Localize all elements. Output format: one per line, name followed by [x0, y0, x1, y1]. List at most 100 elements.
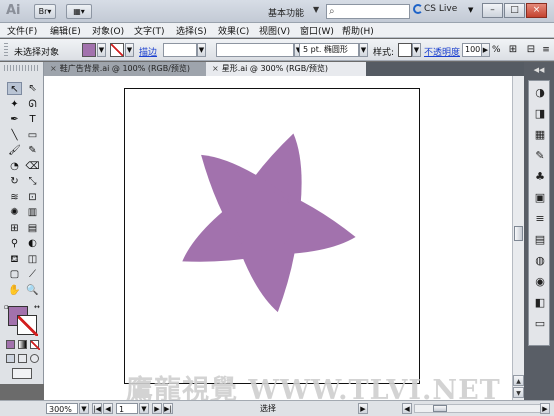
scroll-right-button[interactable]: ▶ — [540, 403, 550, 414]
eraser-tool-icon[interactable]: ⌫ — [25, 160, 40, 173]
artboards-panel-icon[interactable]: ▭ — [532, 316, 548, 332]
brush-definition[interactable]: 5 pt. 椭圆形 — [299, 43, 359, 57]
live-paint-selection-tool-icon[interactable]: ◫ — [25, 253, 40, 266]
chevron-down-icon[interactable]: ▼ — [468, 6, 473, 14]
next-artboard-button[interactable]: ▶ — [152, 403, 162, 414]
live-paint-bucket-tool-icon[interactable]: ⛾ — [7, 253, 22, 266]
menu-type[interactable]: 文字(T) — [134, 24, 165, 37]
chevron-down-icon[interactable]: ▼ — [412, 43, 421, 57]
close-icon[interactable]: × — [50, 64, 57, 73]
warp-tool-icon[interactable]: ≋ — [7, 191, 22, 204]
blob-brush-tool-icon[interactable]: ◔ — [7, 160, 22, 173]
arrange-documents-button[interactable]: ▦▾ — [66, 4, 92, 19]
menu-help[interactable]: 帮助(H) — [342, 24, 374, 37]
color-mode-icon[interactable] — [6, 340, 15, 349]
fill-color-swatch[interactable] — [82, 43, 96, 57]
zoom-field[interactable]: 300% — [46, 403, 78, 414]
last-artboard-button[interactable]: ▶| — [163, 403, 173, 414]
stroke-color-box[interactable] — [17, 315, 38, 336]
eyedropper-tool-icon[interactable]: ⚲ — [7, 237, 22, 250]
panel-menu-icon[interactable]: ≡ — [541, 43, 551, 57]
rotate-tool-icon[interactable]: ↻ — [7, 175, 22, 188]
chevron-down-icon[interactable]: ▼ — [197, 43, 206, 57]
pencil-tool-icon[interactable]: ✎ — [25, 144, 40, 157]
artboard-tool-icon[interactable]: ▢ — [7, 268, 22, 281]
zoom-tool-icon[interactable]: 🔍 — [25, 284, 40, 297]
draw-inside-icon[interactable] — [30, 354, 39, 363]
selection-arrow-tool-icon[interactable]: ↖ — [7, 82, 22, 95]
panel-grip[interactable] — [4, 65, 40, 71]
stroke-panel-link[interactable]: 描边 — [139, 45, 157, 58]
chevron-down-icon[interactable]: ▼ — [313, 5, 319, 14]
chevron-down-icon[interactable]: ▼ — [139, 403, 149, 414]
draw-behind-icon[interactable] — [18, 354, 27, 363]
brushes-panel-icon[interactable]: ✎ — [532, 148, 548, 164]
bridge-button[interactable]: Br▾ — [34, 4, 56, 19]
graphic-style-swatch[interactable] — [398, 43, 412, 57]
gradient-tool-icon[interactable]: ▤ — [25, 222, 40, 235]
menu-effect[interactable]: 效果(C) — [218, 24, 249, 37]
minimize-button[interactable]: – — [482, 3, 503, 18]
control-bar-grip[interactable] — [4, 43, 8, 57]
opacity-field[interactable]: 100 — [462, 43, 482, 57]
stroke-color-swatch[interactable] — [110, 43, 124, 57]
direct-selection-arrow-tool-icon[interactable]: ⇖ — [25, 82, 40, 95]
chevron-down-icon[interactable]: ▼ — [97, 43, 106, 57]
slice-tool-icon[interactable]: ⟋ — [25, 268, 40, 281]
hand-tool-icon[interactable]: ✋ — [7, 284, 22, 297]
column-graph-tool-icon[interactable]: ▥ — [25, 206, 40, 219]
previous-artboard-button[interactable]: ◀ — [103, 403, 113, 414]
search-input[interactable]: ⌕ — [326, 4, 410, 19]
horizontal-scrollbar[interactable] — [414, 404, 549, 413]
stroke-panel-icon[interactable]: ≡ — [532, 211, 548, 227]
gradient-mode-icon[interactable] — [18, 340, 27, 349]
paintbrush-tool-icon[interactable]: 🖌 — [7, 144, 22, 157]
graphic-styles-panel-icon[interactable]: ▣ — [532, 190, 548, 206]
menu-file[interactable]: 文件(F) — [7, 24, 37, 37]
workspace-switcher[interactable]: 基本功能 — [268, 6, 304, 19]
vertical-scrollbar[interactable]: ▲ ▼ — [512, 76, 524, 400]
star-flower-shape[interactable] — [125, 89, 421, 385]
symbols-panel-icon[interactable]: ♣ — [532, 169, 548, 185]
artboard-number-field[interactable]: 1 — [116, 403, 138, 414]
scroll-down-button[interactable]: ▼ — [513, 387, 524, 398]
document-canvas[interactable]: 鷹龍視覺 WWW.TLVI.NET — [44, 76, 512, 400]
chevron-down-icon[interactable]: ▼ — [125, 43, 134, 57]
chevron-right-icon[interactable]: ▶ — [481, 43, 490, 57]
scroll-left-button[interactable]: ◀ — [402, 403, 412, 414]
flower-petals[interactable] — [182, 133, 356, 313]
swap-colors-icon[interactable]: ↔ — [34, 304, 40, 311]
gradient-panel-icon[interactable]: ▤ — [532, 232, 548, 248]
first-artboard-button[interactable]: |◀ — [92, 403, 102, 414]
flower-center[interactable] — [235, 191, 295, 251]
close-icon[interactable]: × — [212, 64, 219, 73]
scale-tool-icon[interactable]: ⤡ — [25, 175, 40, 188]
opacity-panel-link[interactable]: 不透明度 — [424, 45, 460, 58]
align-icon[interactable]: ⊟ — [524, 43, 538, 57]
menu-view[interactable]: 视图(V) — [259, 24, 290, 37]
variable-width-profile[interactable] — [216, 43, 294, 57]
pen-tool-icon[interactable]: ✒ — [7, 113, 22, 126]
swatches-panel-icon[interactable]: ▦ — [532, 127, 548, 143]
lasso-tool-icon[interactable]: ᘏ — [25, 98, 40, 111]
tab-document-2[interactable]: × 星形.ai @ 300% (RGB/预览) — [206, 62, 366, 76]
scroll-up-button[interactable]: ▲ — [513, 375, 524, 386]
document-setup-icon[interactable]: ⊞ — [506, 43, 520, 57]
mesh-tool-icon[interactable]: ⊞ — [7, 222, 22, 235]
screen-mode-button[interactable] — [12, 368, 32, 379]
menu-edit[interactable]: 编辑(E) — [50, 24, 81, 37]
vertical-scroll-thumb[interactable] — [514, 226, 523, 241]
color-guide-panel-icon[interactable]: ◨ — [532, 106, 548, 122]
line-tool-icon[interactable]: ╲ — [7, 129, 22, 142]
appearance-panel-icon[interactable]: ◉ — [532, 274, 548, 290]
stroke-weight-field[interactable] — [163, 43, 197, 57]
tab-document-1[interactable]: × 鞋广告背景.ai @ 100% (RGB/预览) — [44, 62, 206, 76]
cs-live-icon[interactable] — [413, 4, 423, 14]
cs-live-button[interactable]: CS Live — [424, 4, 457, 14]
transparency-panel-icon[interactable]: ◍ — [532, 253, 548, 269]
layers-panel-icon[interactable]: ◧ — [532, 295, 548, 311]
magic-wand-tool-icon[interactable]: ✦ — [7, 98, 22, 111]
menu-window[interactable]: 窗口(W) — [300, 24, 334, 37]
horizontal-scroll-thumb[interactable] — [433, 405, 447, 412]
symbol-sprayer-tool-icon[interactable]: ✺ — [7, 206, 22, 219]
